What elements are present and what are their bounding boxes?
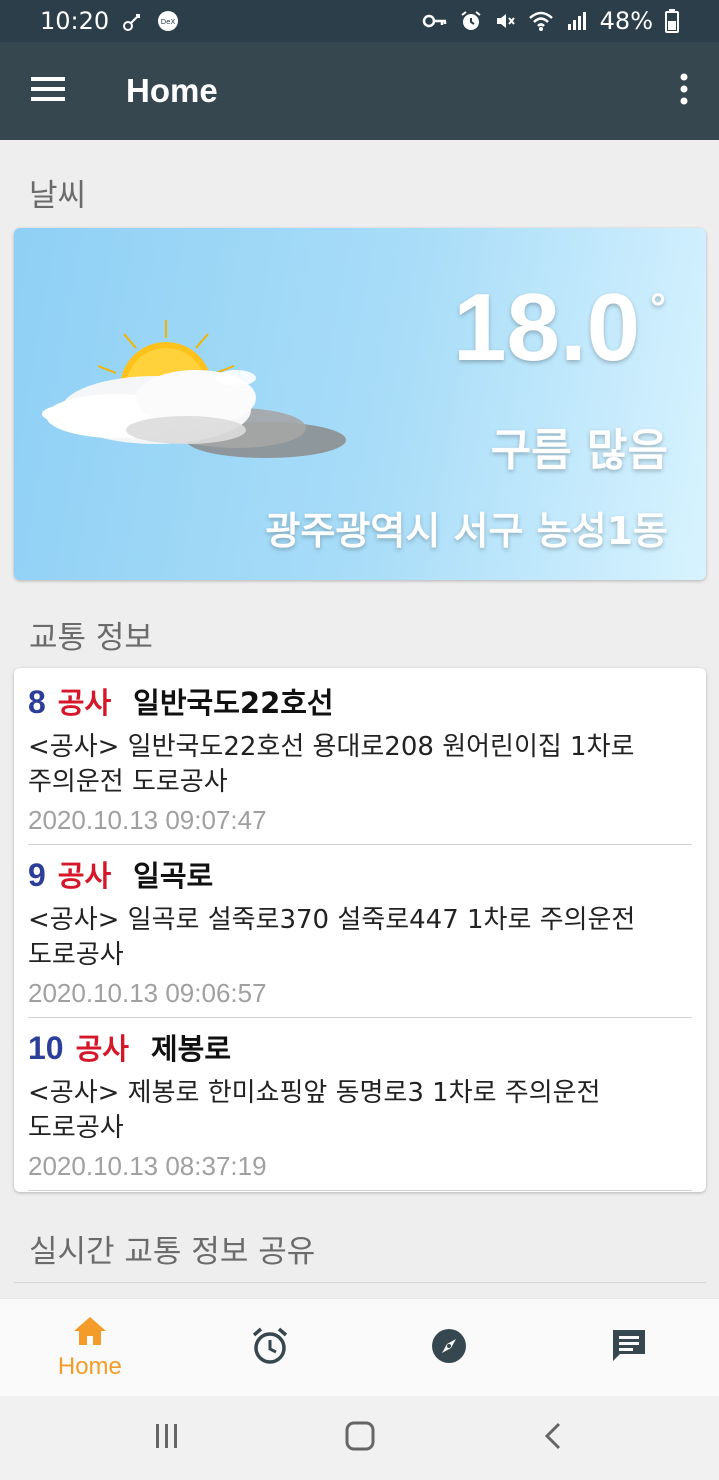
signal-icon — [566, 10, 588, 32]
home-system-button[interactable] — [320, 1408, 400, 1468]
status-right: 48% — [422, 7, 679, 35]
app-bar: Home — [0, 42, 719, 140]
weather-card[interactable]: 18.0 ° 구름 많음 광주광역시 서구 농성1동 — [14, 228, 706, 580]
weather-section-title: 날씨 — [29, 178, 87, 214]
divider — [28, 1190, 692, 1191]
status-time: 10:20 — [40, 7, 110, 35]
share-section-title: 실시간 교통 정보 공유 — [29, 1234, 316, 1270]
system-navigation-bar — [0, 1396, 719, 1480]
traffic-description-line: <공사> 일곡로 설죽로370 설죽로447 1차로 주의운전 — [28, 905, 636, 935]
traffic-timestamp: 2020.10.13 09:06:57 — [28, 978, 267, 1008]
traffic-type: 공사 — [75, 1032, 129, 1066]
recent-apps-icon — [153, 1422, 181, 1454]
traffic-type: 공사 — [57, 686, 112, 720]
nav-home[interactable]: Home — [0, 1299, 180, 1396]
alarm-icon — [460, 10, 482, 32]
traffic-description-line: <공사> 일반국도22호선 용대로208 원어린이집 1차로 — [28, 732, 635, 762]
back-chevron-icon — [541, 1421, 565, 1455]
hamburger-menu-icon — [31, 75, 67, 107]
traffic-road: 일곡로 — [133, 859, 214, 893]
degree-symbol: ° — [650, 286, 666, 330]
key-link-icon — [121, 9, 145, 33]
traffic-type: 공사 — [57, 859, 112, 893]
traffic-description-line: <공사> 제봉로 한미쇼핑앞 동명로3 1차로 주의운전 — [28, 1078, 601, 1108]
alarm-clock-icon — [250, 1326, 290, 1370]
home-icon — [72, 1315, 108, 1351]
divider — [14, 1282, 706, 1283]
traffic-timestamp: 2020.10.13 09:07:47 — [28, 805, 267, 835]
bottom-navigation: Home — [0, 1298, 719, 1396]
divider — [28, 844, 692, 845]
partly-cloudy-sun-icon — [36, 318, 356, 482]
traffic-item-header: 9 공사 일곡로 — [28, 853, 692, 895]
status-left: 10:20 DeX — [40, 7, 179, 35]
traffic-number: 9 — [28, 857, 46, 893]
nav-explore[interactable] — [360, 1299, 540, 1396]
traffic-description: <공사> 일곡로 설죽로370 설죽로447 1차로 주의운전 도로공사 — [28, 903, 692, 973]
battery-icon — [665, 9, 679, 33]
nav-alarm[interactable] — [180, 1299, 360, 1396]
more-vert-icon — [679, 73, 689, 109]
traffic-road: 제봉로 — [150, 1032, 232, 1066]
page-title: Home — [126, 72, 218, 109]
traffic-item-header: 10 공사 제봉로 — [28, 1026, 692, 1068]
nav-home-label: Home — [57, 1352, 122, 1380]
traffic-road: 일반국도22호선 — [133, 686, 334, 720]
traffic-info-card: 8 공사 일반국도22호선 <공사> 일반국도22호선 용대로208 원어린이집… — [14, 668, 706, 1192]
temperature-value: 18.0 — [453, 274, 640, 381]
recent-apps-button[interactable] — [127, 1408, 207, 1468]
traffic-timestamp: 2020.10.13 08:37:19 — [28, 1151, 267, 1181]
chat-message-icon — [610, 1327, 648, 1369]
traffic-number: 10 — [28, 1030, 64, 1066]
weather-location: 광주광역시 서구 농성1동 — [265, 509, 668, 553]
mute-icon — [494, 10, 516, 32]
dex-icon: DeX — [157, 10, 179, 32]
traffic-item[interactable]: 8 공사 일반국도22호선 <공사> 일반국도22호선 용대로208 원어린이집… — [28, 680, 692, 845]
nav-chat[interactable] — [539, 1299, 719, 1396]
divider — [28, 1017, 692, 1018]
traffic-description-line: 주의운전 도로공사 — [28, 767, 228, 797]
traffic-item[interactable]: 9 공사 일곡로 <공사> 일곡로 설죽로370 설죽로447 1차로 주의운전… — [28, 853, 692, 1018]
more-options-button[interactable] — [649, 42, 719, 140]
vpn-key-icon — [422, 11, 448, 31]
menu-button[interactable] — [0, 42, 98, 140]
back-button[interactable] — [513, 1408, 593, 1468]
traffic-description: <공사> 제봉로 한미쇼핑앞 동명로3 1차로 주의운전 도로공사 — [28, 1076, 692, 1146]
wifi-icon — [528, 10, 554, 32]
traffic-description-line: 도로공사 — [28, 940, 124, 970]
compass-icon — [430, 1327, 468, 1369]
traffic-section-title: 교통 정보 — [29, 620, 153, 656]
traffic-description-line: 도로공사 — [28, 1113, 124, 1143]
home-square-icon — [344, 1420, 376, 1456]
main-content[interactable]: 날씨 18.0 ° 구름 많음 광주광역시 서구 농성1동 교통 정보 8 공사… — [0, 140, 719, 1298]
status-bar: 10:20 DeX 48% — [0, 0, 719, 42]
weather-condition: 구름 많음 — [490, 425, 668, 476]
traffic-number: 8 — [28, 684, 46, 720]
svg-text:DeX: DeX — [161, 18, 176, 26]
traffic-item[interactable]: 10 공사 제봉로 <공사> 제봉로 한미쇼핑앞 동명로3 1차로 주의운전 도… — [28, 1026, 692, 1191]
battery-percent: 48% — [599, 7, 653, 35]
traffic-description: <공사> 일반국도22호선 용대로208 원어린이집 1차로 주의운전 도로공사 — [28, 730, 692, 800]
traffic-item-header: 8 공사 일반국도22호선 — [28, 680, 692, 722]
